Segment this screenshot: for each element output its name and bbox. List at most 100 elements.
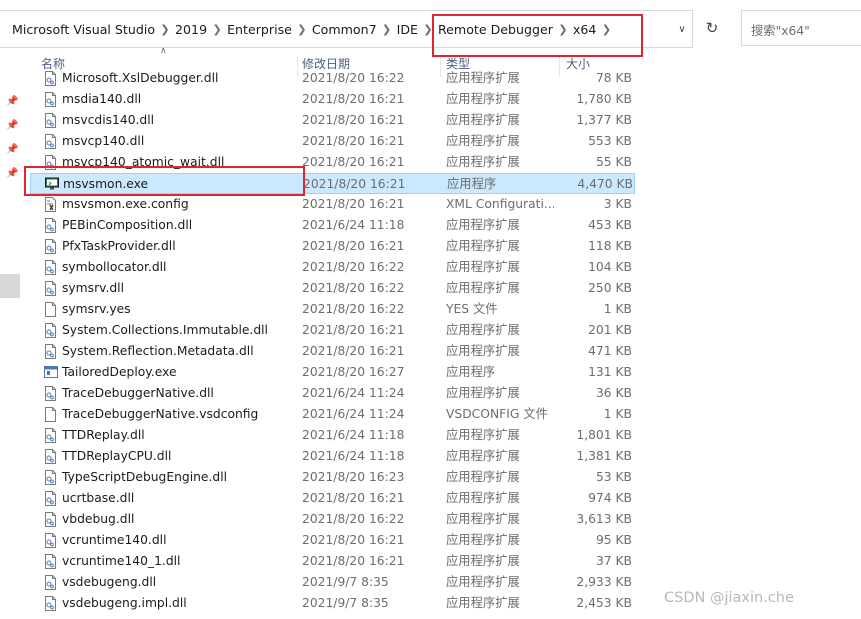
file-date: 2021/6/24 11:24 [302,386,405,400]
file-name: symsrv.yes [62,302,131,316]
file-row[interactable]: vsdebugeng.impl.dll 2021/9/7 8:35 应用程序扩展 2,… [30,593,635,614]
file-name: msvsmon.exe.config [62,197,189,211]
file-type: XML Configurati... [446,197,554,211]
file-date: 2021/8/20 16:21 [302,155,405,169]
file-row[interactable]: TraceDebuggerNative.vsdconfig 2021/6/24 1… [30,404,635,425]
file-row[interactable]: vsdebugeng.dll 2021/9/7 8:35 应用程序扩展 2,933 K… [30,572,635,593]
file-name: TraceDebuggerNative.dll [62,386,214,400]
file-row[interactable]: PEBinComposition.dll 2021/6/24 11:18 应用程序扩… [30,215,635,236]
file-date: 2021/8/20 16:21 [302,92,405,106]
file-row[interactable]: TypeScriptDebugEngine.dll 2021/8/20 16:23… [30,467,635,488]
file-name: msvcp140.dll [62,134,145,148]
file-row[interactable]: TailoredDeploy.exe 2021/8/20 16:27 应用程序 131… [30,362,635,383]
file-row[interactable]: System.Collections.Immutable.dll 2021/8/2… [30,320,635,341]
file-date: 2021/8/20 16:21 [302,491,405,505]
file-row[interactable]: vcruntime140.dll 2021/8/20 16:21 应用程序扩展 95 … [30,530,635,551]
crumb-ide[interactable]: IDE [397,22,418,37]
pin-icon[interactable]: 📌 [6,97,18,107]
file-icon [44,407,57,422]
file-type: 应用程序扩展 [446,428,520,442]
app-exe-icon [44,365,58,380]
pin-icon[interactable]: 📌 [6,121,18,131]
crumb-enterprise[interactable]: Enterprise [227,22,292,37]
file-type: 应用程序扩展 [446,71,520,85]
file-date: 2021/8/20 16:21 [302,197,405,211]
file-size: 553 KB [588,134,632,148]
navigation-pane: 📌 📌 📌 📌 [0,48,24,619]
dll-icon [44,323,57,338]
file-name: TraceDebuggerNative.vsdconfig [62,407,259,421]
file-type: 应用程序扩展 [446,386,520,400]
file-row[interactable]: msdia140.dll 2021/8/20 16:21 应用程序扩展 1,780 K… [30,89,635,110]
file-type: 应用程序扩展 [446,344,520,358]
file-row[interactable]: Microsoft.XslDebugger.dll 2021/8/20 16:22… [30,68,635,89]
file-row[interactable]: ucrtbase.dll 2021/8/20 16:21 应用程序扩展 974 KB [30,488,635,509]
file-date: 2021/9/7 8:35 [302,575,389,589]
crumb-common7[interactable]: Common7 [312,22,377,37]
crumb-microsoft-visual-studio[interactable]: Microsoft Visual Studio [12,22,155,37]
file-row[interactable]: vbdebug.dll 2021/8/20 16:22 应用程序扩展 3,613 KB [30,509,635,530]
file-type: 应用程序扩展 [446,323,520,337]
refresh-icon[interactable]: ↻ [699,10,725,46]
file-size: 453 KB [588,218,632,232]
watermark: CSDN @jiaxin.che [664,590,794,606]
dll-icon [44,281,57,296]
file-date: 2021/6/24 11:18 [302,218,405,232]
file-row[interactable]: TraceDebuggerNative.dll 2021/6/24 11:24 应用… [30,383,635,404]
file-date: 2021/6/24 11:24 [302,407,405,421]
file-date: 2021/8/20 16:22 [302,281,405,295]
file-size: 36 KB [595,386,632,400]
file-size: 1,780 KB [576,92,632,106]
chevron-right-icon[interactable]: ❯ [207,23,227,36]
file-row[interactable]: symbollocator.dll 2021/8/20 16:22 应用程序扩展 10… [30,257,635,278]
file-row[interactable]: vcruntime140_1.dll 2021/8/20 16:21 应用程序扩展 3… [30,551,635,572]
dll-icon [44,575,57,590]
file-type: 应用程序扩展 [446,239,520,253]
address-history-chevron-down-icon[interactable]: ∨ [672,11,692,47]
address-highlight-box [432,14,643,57]
file-name: TypeScriptDebugEngine.dll [62,470,228,484]
chevron-right-icon[interactable]: ❯ [292,23,312,36]
file-size: 974 KB [588,491,632,505]
file-row[interactable]: PfxTaskProvider.dll 2021/8/20 16:21 应用程序扩展… [30,236,635,257]
file-name: System.Reflection.Metadata.dll [62,344,254,358]
file-size: 1,377 KB [576,113,632,127]
chevron-right-icon[interactable]: ❯ [155,23,175,36]
file-type: 应用程序扩展 [446,113,520,127]
file-size: 1,801 KB [576,428,632,442]
search-input[interactable]: 搜索"x64" [741,10,861,46]
file-size: 1 KB [603,302,632,316]
file-date: 2021/8/20 16:27 [302,365,405,379]
pin-icon[interactable]: 📌 [6,145,18,155]
dll-icon [44,344,57,359]
file-date: 2021/8/20 16:21 [302,134,405,148]
file-row[interactable]: msvcp140.dll 2021/8/20 16:21 应用程序扩展 553 KB [30,131,635,152]
dll-icon [44,218,57,233]
dll-icon [44,134,57,149]
pin-icon[interactable]: 📌 [6,169,18,179]
file-row[interactable]: TTDReplayCPU.dll 2021/6/24 11:18 应用程序扩展 1,3… [30,446,635,467]
file-row[interactable]: TTDReplay.dll 2021/6/24 11:18 应用程序扩展 1,801 … [30,425,635,446]
nav-selected-item[interactable] [0,274,20,298]
file-row[interactable]: symsrv.dll 2021/8/20 16:22 应用程序扩展 250 KB [30,278,635,299]
dll-icon [44,491,57,506]
file-name: ucrtbase.dll [62,491,135,505]
file-icon [44,302,57,317]
file-row[interactable]: System.Reflection.Metadata.dll 2021/8/20 … [30,341,635,362]
file-size: 3,613 KB [576,512,632,526]
crumb-2019[interactable]: 2019 [175,22,207,37]
file-type: 应用程序扩展 [446,449,520,463]
config-icon [44,197,57,212]
file-highlight-box [24,166,305,196]
chevron-right-icon[interactable]: ❯ [377,23,397,36]
file-size: 201 KB [588,323,632,337]
file-size: 3 KB [603,197,632,211]
file-row[interactable]: msvcdis140.dll 2021/8/20 16:21 应用程序扩展 1,377… [30,110,635,131]
file-row[interactable]: msvsmon.exe.config 2021/8/20 16:21 XML Con… [30,194,635,215]
file-type: 应用程序扩展 [446,575,520,589]
file-name: TTDReplayCPU.dll [62,449,172,463]
file-type: 应用程序扩展 [446,155,520,169]
file-date: 2021/6/24 11:18 [302,449,405,463]
dll-icon [44,596,57,611]
file-row[interactable]: symsrv.yes 2021/8/20 16:22 YES 文件 1 KB [30,299,635,320]
